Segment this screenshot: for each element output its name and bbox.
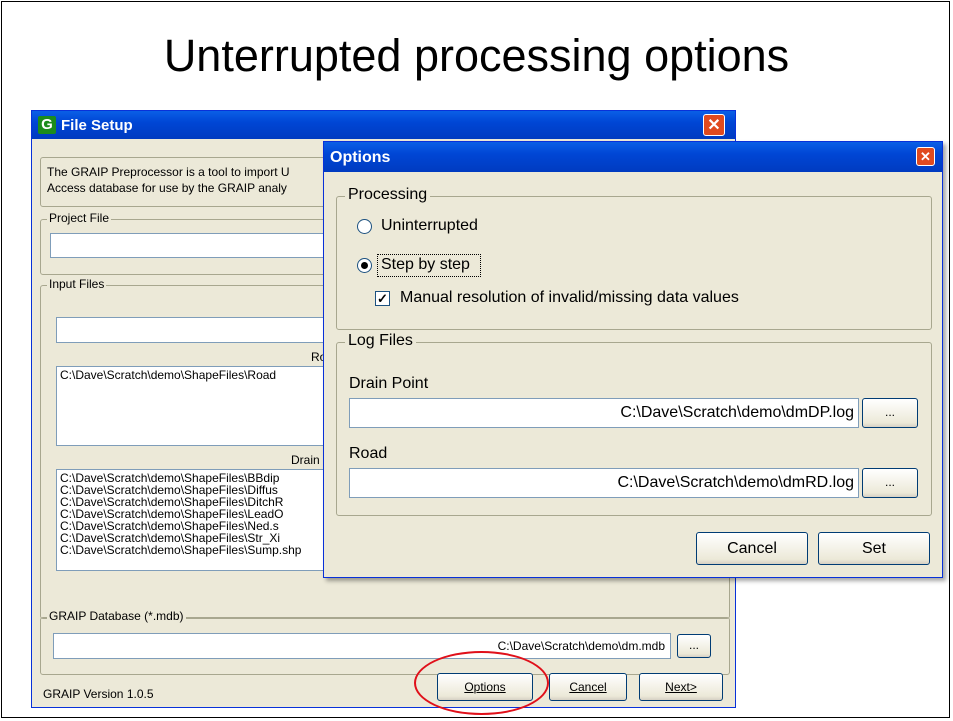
next-button[interactable]: Next>: [639, 673, 723, 701]
slide-title: Unterrupted processing options: [163, 30, 790, 81]
database-browse-button[interactable]: ...: [677, 634, 711, 658]
cancel-button[interactable]: Cancel: [549, 673, 627, 701]
close-icon[interactable]: ✕: [916, 147, 935, 166]
drain-point-browse-button[interactable]: ...: [862, 398, 918, 428]
options-set-button[interactable]: Set: [818, 532, 930, 565]
project-file-label: Project File: [47, 211, 112, 225]
database-group: GRAIP Database (*.mdb) C:\Dave\Scratch\d…: [40, 609, 730, 675]
close-icon[interactable]: ✕: [703, 114, 725, 136]
uninterrupted-radio[interactable]: [357, 219, 372, 234]
intro-text: The GRAIP Preprocessor is a tool to impo…: [47, 165, 290, 195]
log-files-label: Log Files: [345, 332, 416, 350]
drain-point-log-input[interactable]: C:\Dave\Scratch\demo\dmDP.log: [349, 398, 859, 428]
step-by-step-label[interactable]: Step by step: [381, 256, 470, 274]
drain-files-label: Drain: [291, 453, 320, 467]
options-dialog: Options ✕ Processing Uninterrupted Step …: [323, 141, 943, 578]
graip-app-icon: G: [38, 116, 56, 134]
file-setup-titlebar[interactable]: G File Setup ✕: [32, 111, 735, 139]
database-label: GRAIP Database (*.mdb): [47, 609, 186, 623]
file-setup-title: File Setup: [61, 117, 133, 134]
options-titlebar[interactable]: Options ✕: [324, 142, 942, 172]
road-log-input[interactable]: C:\Dave\Scratch\demo\dmRD.log: [349, 468, 859, 498]
options-title: Options: [330, 149, 391, 166]
options-cancel-button[interactable]: Cancel: [696, 532, 808, 565]
uninterrupted-label[interactable]: Uninterrupted: [381, 217, 478, 235]
highlight-ellipse: [414, 651, 549, 715]
road-log-label: Road: [349, 445, 388, 462]
road-browse-button[interactable]: ...: [862, 468, 918, 498]
version-label: GRAIP Version 1.0.5: [43, 687, 154, 701]
step-by-step-radio[interactable]: [357, 258, 372, 273]
checkmark-icon[interactable]: ✓: [375, 291, 390, 306]
database-input[interactable]: C:\Dave\Scratch\demo\dm.mdb: [53, 633, 671, 659]
manual-resolution-label[interactable]: Manual resolution of invalid/missing dat…: [400, 289, 739, 307]
input-files-label: Input Files: [47, 277, 107, 291]
processing-label: Processing: [345, 186, 431, 204]
drain-point-label: Drain Point: [349, 375, 429, 392]
